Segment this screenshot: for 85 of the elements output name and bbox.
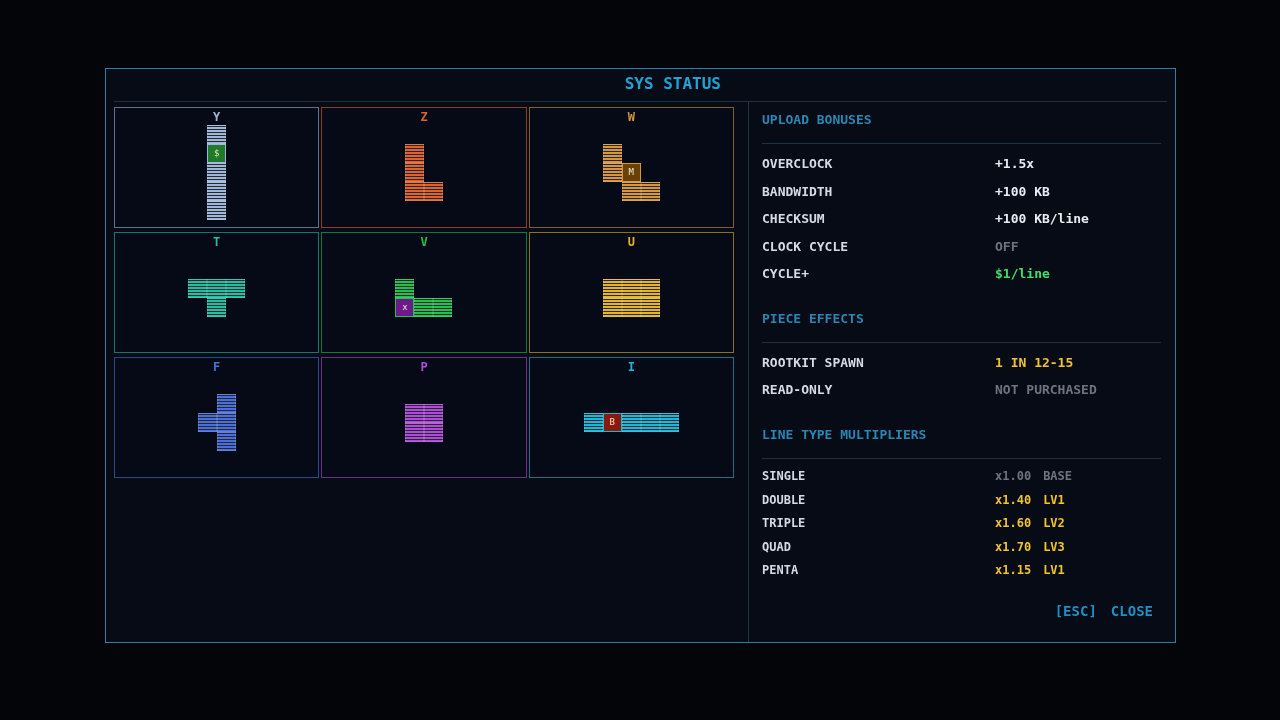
block-cell — [405, 182, 424, 201]
stat-label: DOUBLE — [762, 491, 807, 509]
block-cell — [216, 394, 236, 413]
block-cell — [602, 144, 622, 163]
level-tag: BASE — [1043, 467, 1073, 486]
block-cell — [621, 297, 641, 317]
level-tag: LV3 — [1043, 537, 1065, 556]
piece-name: Z — [420, 110, 428, 124]
block-cell — [659, 413, 679, 432]
stat-value: +1.5x — [995, 155, 1035, 173]
piece-name: I — [627, 360, 635, 374]
stat-value: x1.60 — [995, 515, 1032, 533]
block-cell — [424, 403, 443, 423]
block-cell — [405, 403, 424, 423]
stat-value: x1.40 — [995, 491, 1032, 509]
level-tag: LV2 — [1043, 514, 1065, 533]
block-cell — [433, 297, 453, 317]
block-cell — [188, 278, 208, 298]
block-cell — [602, 278, 622, 298]
marked-cell: M — [621, 163, 641, 182]
piece-name: F — [213, 360, 221, 374]
stat-value: NOT PURCHASED — [995, 381, 1097, 399]
stat-value: x1.70 — [995, 538, 1032, 556]
block-cell — [640, 278, 660, 298]
level-tag: LV1 — [1043, 561, 1065, 580]
piece-name: P — [420, 360, 428, 374]
block-cell — [602, 163, 622, 182]
piece-name: W — [627, 110, 635, 124]
block-cell — [405, 422, 424, 442]
stat-label: OVERCLOCK — [762, 155, 834, 173]
block-cell — [405, 163, 424, 182]
stat-label: ROOTKIT SPAWN — [762, 353, 865, 372]
marked-cell: x — [395, 297, 415, 317]
block-cell — [424, 182, 443, 201]
stat-value: x1.00 — [995, 468, 1032, 486]
block-cell — [207, 125, 227, 144]
stat-label: CHECKSUM — [762, 210, 826, 228]
block-cell — [602, 297, 622, 317]
stat-value: 1 IN 12-15 — [995, 353, 1074, 372]
stat-label: SINGLE — [762, 468, 807, 486]
stat-label: QUAD — [762, 538, 792, 556]
stat-value: x1.15 — [995, 562, 1032, 580]
stat-value: +100 KB/line — [995, 210, 1089, 228]
stat-label: PENTA — [762, 562, 800, 580]
close-button[interactable]: CLOSE — [1110, 601, 1153, 622]
block-cell — [207, 278, 227, 298]
level-tag: LV1 — [1043, 490, 1065, 509]
block-cell — [640, 413, 660, 432]
section-heading: UPLOAD BONUSES — [762, 112, 872, 127]
block-cell — [207, 297, 227, 317]
dialog-title: SYS STATUS — [624, 73, 721, 95]
stat-value: $1/line — [995, 265, 1050, 283]
block-cell — [216, 413, 236, 432]
block-cell — [395, 278, 415, 298]
marked-cell: $ — [207, 144, 227, 163]
stat-value: +100 KB — [995, 182, 1050, 201]
block-cell — [424, 422, 443, 442]
block-cell — [207, 182, 227, 201]
piece-name: Y — [213, 110, 221, 124]
block-cell — [414, 297, 434, 317]
stat-label: TRIPLE — [762, 515, 807, 533]
block-cell — [640, 297, 660, 317]
block-cell — [621, 413, 641, 432]
section-heading: PIECE EFFECTS — [762, 310, 864, 326]
marked-cell: B — [602, 413, 622, 432]
piece-name: T — [213, 235, 221, 249]
stat-label: READ-ONLY — [762, 381, 834, 399]
block-cell — [207, 201, 227, 220]
key-hint: [ESC] — [1054, 602, 1097, 621]
block-cell — [583, 413, 603, 432]
stat-label: CLOCK CYCLE — [762, 237, 850, 256]
block-cell — [640, 182, 660, 201]
block-cell — [621, 278, 641, 298]
section-heading: LINE TYPE MULTIPLIERS — [762, 426, 927, 442]
block-cell — [621, 182, 641, 201]
stat-value: OFF — [995, 237, 1019, 256]
block-cell — [405, 144, 424, 163]
block-cell — [216, 432, 236, 451]
stat-label: BANDWIDTH — [762, 182, 834, 201]
block-cell — [197, 413, 217, 432]
piece-name: V — [420, 235, 428, 249]
stat-label: CYCLE+ — [762, 265, 810, 283]
block-cell — [207, 163, 227, 182]
block-cell — [226, 278, 246, 298]
piece-name: U — [627, 235, 635, 249]
